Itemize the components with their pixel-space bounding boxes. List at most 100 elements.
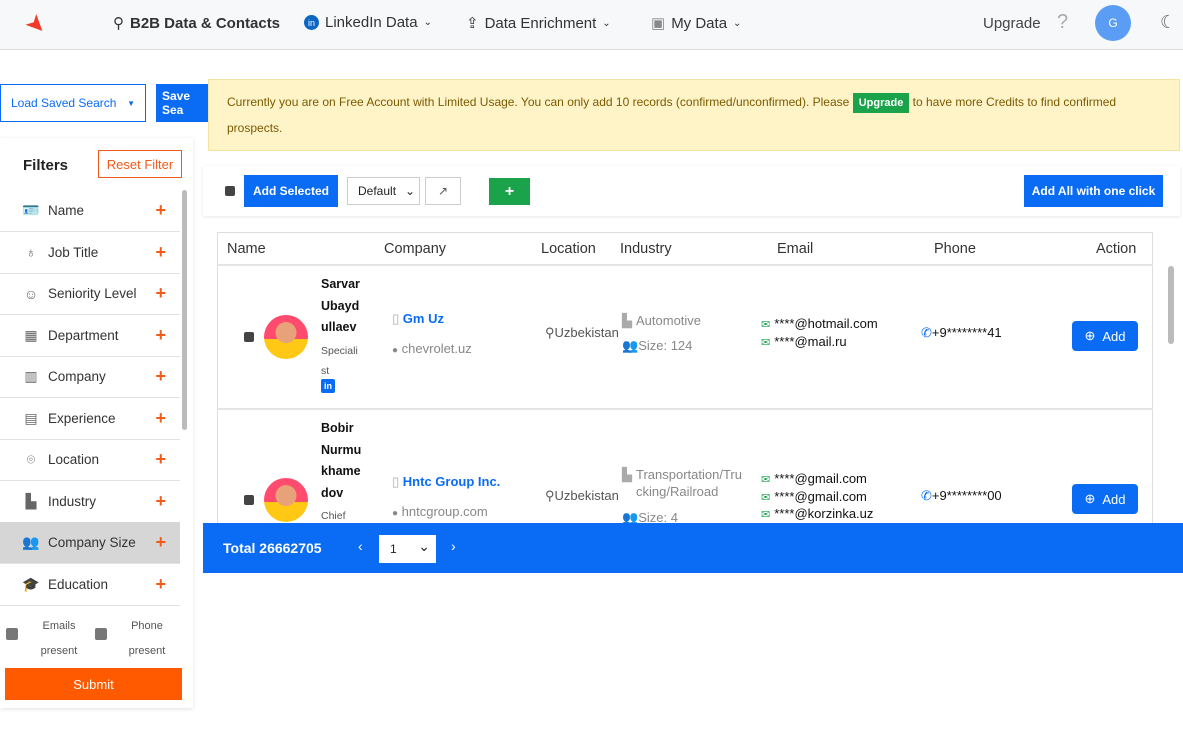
filter-item-2[interactable]: ☺ Seniority Level + (0, 273, 180, 315)
dark-mode-icon[interactable]: ☾ (1160, 12, 1176, 33)
company-domain: ● chevrolet.uz (392, 341, 472, 356)
plus-icon[interactable]: + (155, 449, 166, 470)
users-icon: 👥 (622, 338, 639, 353)
plus-icon[interactable]: + (155, 574, 166, 595)
location: ⚲Uzbekistan (545, 325, 619, 340)
save-search-button[interactable]: Save Sea (156, 84, 208, 122)
plus-icon[interactable]: + (155, 532, 166, 553)
plus-icon[interactable]: + (155, 325, 166, 346)
filters-scrollbar[interactable] (182, 190, 187, 430)
location-pin-icon: ⌾ (26, 451, 36, 467)
row-checkbox[interactable] (244, 495, 254, 505)
phone-present-label: Phone present (128, 620, 166, 657)
email-item: ✉ ****@hotmail.com (761, 316, 878, 331)
filter-item-5[interactable]: ▤ Experience + (0, 398, 180, 440)
bottom-cover (203, 573, 1183, 737)
nav-linkedin-data[interactable]: in LinkedIn Data ⌄ (304, 14, 432, 31)
filter-item-3[interactable]: ▦ Department + (0, 315, 180, 357)
person-title: Speciali st (321, 344, 358, 377)
toolbar: Add Selected Default ⌄ ↗ + Add All with o… (203, 166, 1180, 216)
avatar[interactable]: G (1095, 5, 1131, 41)
reset-filter-button[interactable]: Reset Filter (98, 150, 182, 178)
phone: ✆+9********00 (921, 488, 1002, 503)
users-icon: 👥 (22, 534, 40, 550)
table-scrollbar[interactable] (1168, 266, 1174, 344)
plus-icon[interactable]: + (155, 408, 166, 429)
filter-item-9[interactable]: 🎓 Education + (0, 564, 180, 606)
globe-icon: ● (392, 508, 399, 519)
user-star-icon: ☺ (23, 285, 39, 302)
row-checkbox[interactable] (244, 332, 254, 342)
industry: ▙ Transportation/Trucking/Railroad (622, 467, 742, 499)
banner-upgrade-button[interactable]: Upgrade (852, 93, 910, 113)
emails-present-checkbox[interactable] (6, 628, 18, 640)
col-name: Name (227, 241, 266, 257)
select-all-checkbox[interactable] (225, 186, 235, 196)
phone-icon: ✆ (921, 325, 932, 340)
add-all-button[interactable]: Add All with one click (1024, 175, 1163, 207)
total-count: Total 26662705 (223, 540, 322, 556)
plus-icon[interactable]: + (155, 242, 166, 263)
header-divider (217, 264, 1153, 266)
submit-button[interactable]: Submit (5, 668, 182, 700)
emails: ✉ ****@hotmail.com ✉ ****@mail.ru (761, 316, 878, 351)
chevron-down-icon: ⌄ (733, 17, 742, 29)
plus-circle-icon: ⊕ (1084, 491, 1096, 506)
filter-item-0[interactable]: 🪪 Name + (0, 190, 180, 232)
globe-icon: ● (392, 345, 399, 356)
external-link-button[interactable]: ↗ (425, 177, 461, 205)
id-card-icon: 🪪 (22, 202, 40, 218)
prev-page-button[interactable]: ‹ (358, 538, 363, 554)
person-name[interactable]: Sarvar Ubayd ullaev (321, 274, 367, 339)
filter-item-8[interactable]: 👥 Company Size + (0, 522, 180, 564)
calendar-icon: ▤ (24, 409, 38, 426)
add-contact-button[interactable]: ⊕ Add (1072, 321, 1138, 351)
nav-my-data[interactable]: ▣ My Data ⌄ (651, 14, 742, 33)
email-item: ✉ ****@korzinka.uz (761, 506, 874, 521)
plus-icon[interactable]: + (155, 283, 166, 304)
company-domain: ● hntcgroup.com (392, 504, 488, 519)
nav-b2b-data[interactable]: ⚲ B2B Data & Contacts (113, 14, 280, 33)
plus-icon[interactable]: + (155, 491, 166, 512)
add-selected-button[interactable]: Add Selected (244, 175, 338, 207)
person-name[interactable]: Bobir Nurmu khame dov (321, 418, 367, 504)
col-phone: Phone (934, 241, 976, 257)
emails-present-label: Emails present (40, 620, 78, 657)
filter-item-6[interactable]: ⌾ Location + (0, 439, 180, 481)
col-email: Email (777, 241, 814, 257)
factory-icon: ▙ (25, 492, 37, 509)
linkedin-icon[interactable]: in (321, 379, 335, 393)
company-size: 👥Size: 124 (622, 338, 693, 353)
company-link[interactable]: ▯ Hntc Group Inc. (392, 474, 500, 490)
plus-icon[interactable]: + (155, 366, 166, 387)
col-company: Company (384, 241, 447, 257)
view-select[interactable]: Default ⌄ (347, 177, 420, 205)
grid-icon: ▦ (24, 326, 38, 343)
rocket-logo-icon[interactable]: ➤ (19, 7, 54, 42)
help-icon[interactable]: ? (1057, 11, 1068, 34)
phone-icon: ✆ (921, 488, 932, 503)
upgrade-link[interactable]: Upgrade (983, 15, 1041, 32)
phone-present-checkbox[interactable] (95, 628, 107, 640)
col-location: Location (541, 241, 596, 257)
phone: ✆+9********41 (921, 325, 1002, 340)
company-link[interactable]: ▯ Gm Uz (392, 311, 444, 327)
emails: ✉ ****@gmail.com ✉ ****@gmail.com ✉ ****@korz… (761, 471, 873, 524)
next-page-button[interactable]: › (451, 538, 456, 554)
load-saved-search-select[interactable]: Load Saved Search ▼ (0, 84, 146, 122)
plus-icon[interactable]: + (155, 200, 166, 221)
filter-item-4[interactable]: ▥ Company + (0, 356, 180, 398)
add-plus-button[interactable]: + (489, 178, 530, 205)
chevron-down-icon: ⌄ (423, 17, 432, 28)
envelope-icon: ✉ (761, 509, 771, 521)
factory-icon: ▙ (622, 467, 632, 482)
filter-item-1[interactable]: ♁ Job Title + (0, 232, 180, 274)
nav-data-enrichment[interactable]: ⇪ Data Enrichment ⌄ (466, 14, 611, 33)
row-divider (217, 408, 1153, 410)
filter-item-7[interactable]: ▙ Industry + (0, 481, 180, 523)
upgrade-banner: Currently you are on Free Account with L… (208, 79, 1180, 151)
add-contact-button[interactable]: ⊕ Add (1072, 484, 1138, 514)
map-pin-icon: ⚲ (545, 325, 555, 340)
page-select[interactable]: 1 ⌄ (379, 535, 436, 563)
chevron-down-icon: ⌄ (418, 538, 430, 554)
